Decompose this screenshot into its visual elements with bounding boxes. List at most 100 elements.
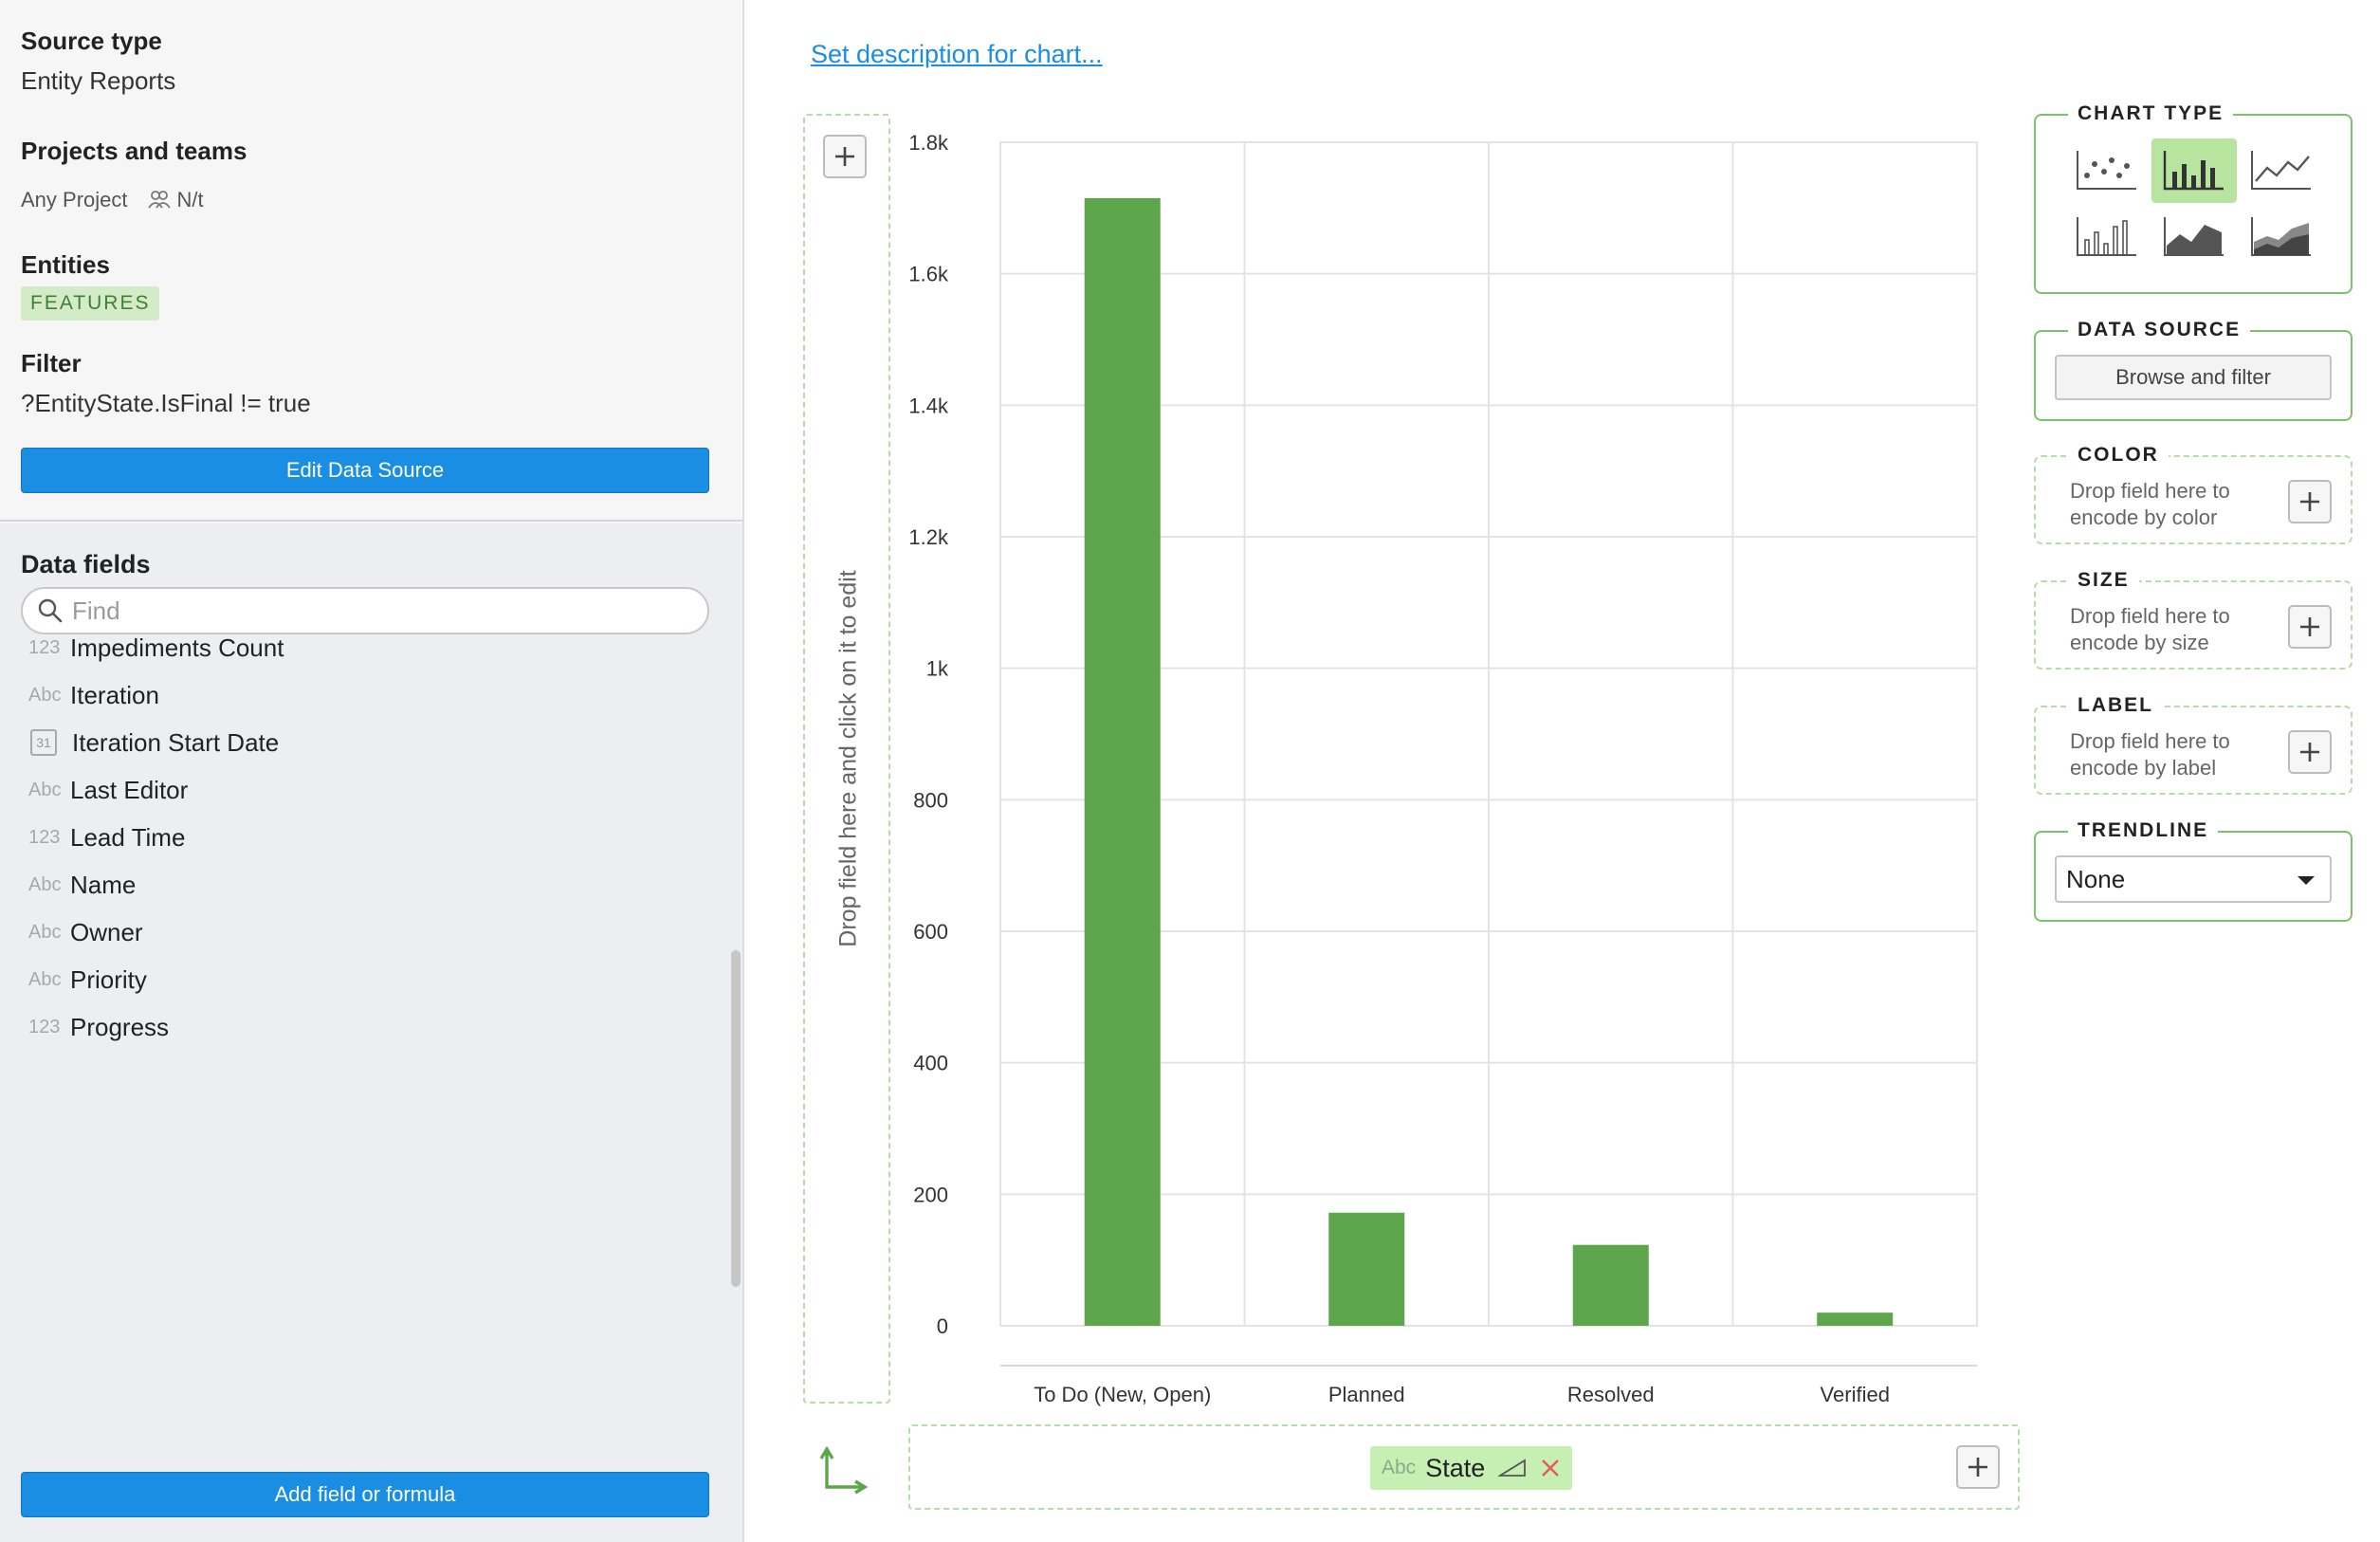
plus-icon [1968, 1458, 1987, 1477]
chart-type-line[interactable] [2239, 138, 2324, 203]
data-source-panel: DATA SOURCE Browse and filter [2034, 319, 2353, 421]
entity-tag-features: FEATURES [21, 286, 160, 321]
bar-chart-icon [2163, 151, 2224, 191]
field-name: Last Editor [70, 775, 189, 804]
field-type-text: Abc [1382, 1457, 1417, 1478]
x-tick-label: Verified [1821, 1383, 1890, 1406]
plus-icon [2300, 492, 2319, 511]
field-list-item[interactable]: Abc Last Editor [28, 766, 188, 814]
field-name: Owner [70, 917, 143, 946]
field-list-item[interactable]: 123 Impediments Count [28, 635, 284, 671]
browse-and-filter-button[interactable]: Browse and filter [2055, 355, 2332, 400]
field-list-item[interactable]: 31 Iteration Start Date [28, 719, 279, 766]
area-chart-icon [2164, 217, 2224, 256]
y-axis-drop-hint: Drop field here and click on it to edit [834, 570, 862, 947]
y-tick-label: 1.8k [908, 131, 949, 155]
data-source-title: DATA SOURCE [2068, 319, 2251, 341]
trendline-panel: TRENDLINE None [2034, 819, 2353, 922]
field-list-item[interactable]: Abc Iteration [28, 671, 159, 719]
filter-label: Filter [21, 349, 82, 377]
field-search-box[interactable] [21, 587, 709, 634]
x-axis-field-name: State [1425, 1453, 1486, 1482]
trendline-title: TRENDLINE [2068, 819, 2219, 842]
x-tick-label: To Do (New, Open) [1034, 1383, 1211, 1406]
field-list-scrollbar[interactable] [731, 950, 741, 1287]
add-field-button[interactable]: Add field or formula [21, 1472, 709, 1517]
color-add-button[interactable] [2288, 480, 2332, 523]
field-list-item[interactable]: Abc Name [28, 861, 136, 909]
field-name: Iteration Start Date [72, 727, 280, 757]
label-drop-hint: Drop field here to encode by label [2070, 729, 2230, 780]
chart-type-title: CHART TYPE [2068, 102, 2234, 125]
data-fields-section: Data fields 123 Impediments Count Abc Itera… [0, 523, 742, 1542]
projects-value: Any Project [21, 188, 128, 211]
sort-icon[interactable] [1498, 1459, 1527, 1478]
chart-type-scatter[interactable] [2064, 138, 2150, 203]
field-list-item[interactable]: Abc Priority [28, 956, 147, 1003]
stacked-area-chart-icon [2251, 217, 2311, 256]
color-drop-hint: Drop field here to encode by color [2070, 479, 2230, 529]
size-title: SIZE [2068, 569, 2139, 592]
scatter-chart-icon [2077, 151, 2136, 190]
teams-value: N/t [176, 188, 204, 211]
bar[interactable] [1572, 1244, 1649, 1326]
trendline-value: None [2066, 864, 2126, 893]
y-tick-label: 1.4k [908, 394, 949, 417]
field-type-text: Abc [28, 779, 62, 800]
data-source-summary: Source type Entity Reports Projects and … [0, 0, 742, 522]
field-list-item[interactable]: Abc Owner [28, 909, 143, 956]
field-type-text: Abc [28, 684, 62, 706]
left-panel: Source type Entity Reports Projects and … [0, 0, 744, 1542]
source-type-value: Entity Reports [21, 66, 176, 95]
size-add-button[interactable] [2288, 605, 2332, 649]
y-tick-label: 800 [913, 788, 948, 812]
label-encoding-panel[interactable]: LABEL Drop field here to encode by label [2034, 694, 2353, 795]
size-encoding-panel[interactable]: SIZE Drop field here to encode by size [2034, 569, 2353, 670]
calendar-icon: 31 [30, 729, 57, 756]
field-list-item[interactable]: 123 Progress [28, 1003, 169, 1041]
field-type-text: Abc [28, 968, 62, 990]
chart-type-bar[interactable] [2151, 138, 2237, 203]
y-tick-label: 1.6k [908, 263, 949, 286]
line-chart-icon [2251, 151, 2311, 190]
chart-type-panel: CHART TYPE [2034, 102, 2353, 294]
label-add-button[interactable] [2288, 730, 2332, 774]
search-input[interactable] [72, 596, 660, 626]
stacked-bar-chart-icon [2077, 217, 2136, 256]
color-title: COLOR [2068, 444, 2169, 467]
bar[interactable] [1084, 197, 1161, 1326]
field-name: Priority [70, 964, 147, 994]
chart-type-stacked-area[interactable] [2239, 205, 2324, 269]
source-type-label: Source type [21, 27, 162, 55]
y-tick-label: 0 [937, 1314, 948, 1338]
chart-type-area[interactable] [2151, 205, 2237, 269]
y-tick-label: 600 [913, 920, 948, 944]
field-type-text: 123 [28, 1016, 61, 1037]
set-description-link[interactable]: Set description for chart... [811, 40, 1103, 69]
trendline-select[interactable]: None [2055, 855, 2332, 903]
team-icon [147, 191, 171, 209]
plus-icon [835, 147, 854, 166]
y-tick-label: 400 [913, 1052, 948, 1075]
entities-label: Entities [21, 250, 110, 279]
bar[interactable] [1817, 1313, 1894, 1326]
field-list-item[interactable]: 123 Lead Time [28, 814, 185, 861]
y-tick-label: 1.2k [908, 525, 949, 549]
color-encoding-panel[interactable]: COLOR Drop field here to encode by color [2034, 444, 2353, 544]
x-axis-field-pill[interactable]: Abc State [1370, 1446, 1573, 1490]
projects-row: Any Project N/t [21, 188, 204, 212]
x-axis-add-button[interactable] [1956, 1445, 2000, 1489]
chart-type-stacked-bar[interactable] [2064, 205, 2150, 269]
remove-icon[interactable] [1540, 1458, 1561, 1478]
field-name: Lead Time [70, 822, 186, 852]
field-name: Impediments Count [70, 635, 284, 662]
field-list: 123 Impediments Count Abc Iteration 31 Iterat… [0, 635, 730, 1041]
edit-data-source-button[interactable]: Edit Data Source [21, 448, 709, 493]
projects-label: Projects and teams [21, 137, 247, 165]
y-axis-add-button[interactable] [823, 135, 867, 178]
swap-axes-icon[interactable] [819, 1445, 872, 1498]
search-icon [38, 598, 63, 623]
teams-group: N/t [147, 188, 204, 212]
bar[interactable] [1328, 1212, 1405, 1326]
bar-chart: 0 200 400 600 800 1k 1.2k 1.4k 1.6k 1.8k To Do (Ne… [908, 131, 1978, 1406]
